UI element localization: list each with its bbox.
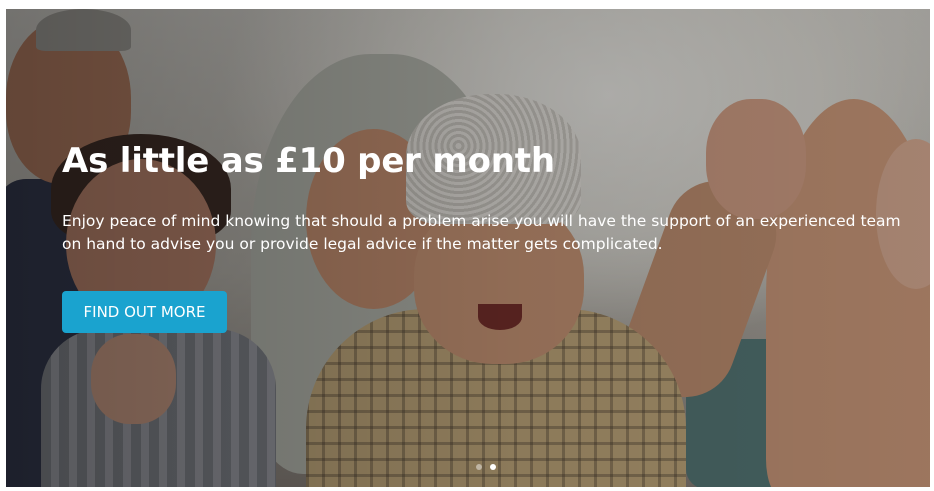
- find-out-more-button[interactable]: FIND OUT MORE: [62, 291, 227, 333]
- hero-banner: As little as £10 per month Enjoy peace o…: [6, 9, 930, 487]
- carousel-indicators: [476, 464, 496, 470]
- hero-subtext: Enjoy peace of mind knowing that should …: [62, 212, 901, 253]
- carousel-dot[interactable]: [490, 464, 496, 470]
- hero-headline: As little as £10 per month: [62, 141, 555, 181]
- carousel-dot[interactable]: [476, 464, 482, 470]
